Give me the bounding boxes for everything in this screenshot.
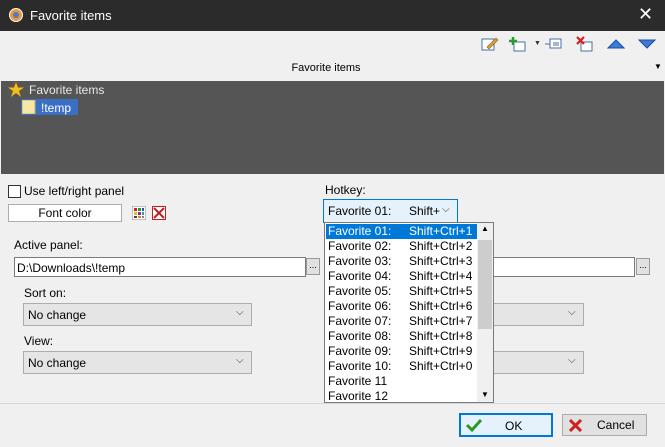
chevron-down-icon: ⌵: [568, 307, 576, 318]
hotkey-label: Hotkey:: [325, 183, 366, 197]
use-panel-label: Use left/right panel: [24, 184, 125, 198]
tree-root-label[interactable]: Favorite items: [29, 83, 104, 97]
checkmark-icon: [466, 418, 482, 432]
active-panel-path-input[interactable]: D:\Downloads\!temp: [14, 257, 306, 277]
column-header[interactable]: Favorite items: [0, 62, 652, 74]
hotkey-option-key: Shift+Ctrl+5: [409, 284, 473, 298]
hotkey-select[interactable]: Favorite 01: Shift+ ⌵: [323, 199, 458, 223]
hotkey-option-key: Shift+Ctrl+9: [409, 344, 473, 358]
hotkey-option[interactable]: Favorite 09: Shift+Ctrl+9: [326, 344, 479, 359]
hotkey-select-name: Favorite 01:: [328, 204, 392, 218]
add-submenu-icon[interactable]: [544, 36, 562, 52]
hotkey-option-name: Favorite 02:: [328, 239, 392, 253]
add-item-icon[interactable]: [509, 36, 527, 52]
hotkey-option-key: Shift+Ctrl+2: [409, 239, 473, 253]
hotkey-option-key: Shift+Ctrl+1: [409, 224, 473, 238]
hotkey-option-name: Favorite 05:: [328, 284, 392, 298]
move-down-icon[interactable]: [638, 36, 656, 52]
hotkey-option[interactable]: Favorite 08: Shift+Ctrl+8: [326, 329, 479, 344]
hotkey-option[interactable]: Favorite 12: [326, 389, 479, 403]
dropdown-scrollbar-thumb[interactable]: [478, 240, 492, 329]
sort-select[interactable]: No change ⌵: [23, 303, 252, 326]
chevron-down-icon: ⌵: [236, 355, 244, 366]
hotkey-option-name: Favorite 12: [328, 389, 389, 403]
hotkey-option-key: Shift+Ctrl+3: [409, 254, 473, 268]
cancel-x-icon: [569, 419, 582, 432]
hotkey-option-name: Favorite 11: [328, 374, 388, 388]
hotkey-option-key: Shift+Ctrl+7: [409, 314, 473, 328]
sort-value: No change: [28, 308, 87, 322]
hotkey-option-key: Shift+Ctrl+0: [409, 359, 473, 373]
ok-label: OK: [505, 419, 523, 433]
hotkey-option[interactable]: Favorite 03: Shift+Ctrl+3: [326, 254, 479, 269]
hotkey-option[interactable]: Favorite 04: Shift+Ctrl+4: [326, 269, 479, 284]
chevron-down-icon: ⌵: [442, 204, 450, 215]
chevron-down-icon[interactable]: ▼: [654, 62, 662, 71]
hotkey-option[interactable]: Favorite 11: [326, 374, 479, 389]
font-color-button[interactable]: Font color: [8, 204, 122, 222]
view-select-right[interactable]: ⌵: [493, 351, 584, 374]
clear-color-icon[interactable]: [152, 206, 166, 220]
chevron-down-icon: ⌵: [236, 307, 244, 318]
scroll-down-icon[interactable]: ▼: [481, 390, 489, 399]
hotkey-option-name: Favorite 04:: [328, 269, 392, 283]
hotkey-option[interactable]: Favorite 06: Shift+Ctrl+6: [326, 299, 479, 314]
view-select[interactable]: No change ⌵: [23, 351, 252, 374]
folder-icon: [22, 100, 36, 114]
cancel-button[interactable]: Cancel: [562, 414, 647, 436]
edit-icon[interactable]: [481, 36, 499, 52]
hotkey-option-name: Favorite 06:: [328, 299, 392, 313]
hotkey-option[interactable]: Favorite 07: Shift+Ctrl+7: [326, 314, 479, 329]
hotkey-dropdown-list[interactable]: Favorite 01: Shift+Ctrl+1 Favorite 02: Shif…: [324, 222, 494, 403]
sort-label: Sort on:: [24, 286, 67, 300]
use-panel-checkbox[interactable]: [8, 185, 21, 198]
hotkey-select-key: Shift+: [409, 204, 441, 218]
target-panel-path-input[interactable]: [490, 257, 635, 277]
browse-button-right[interactable]: ...: [636, 258, 650, 275]
close-icon[interactable]: ✕: [638, 5, 653, 23]
chevron-down-icon: ⌵: [568, 355, 576, 366]
tree-item-label[interactable]: !temp: [41, 101, 71, 115]
active-panel-path: D:\Downloads\!temp: [17, 261, 126, 275]
hotkey-option-name: Favorite 07:: [328, 314, 392, 328]
star-icon: [8, 82, 24, 97]
hotkey-option[interactable]: Favorite 10: Shift+Ctrl+0: [326, 359, 479, 374]
hotkey-option-name: Favorite 03:: [328, 254, 392, 268]
hotkey-option-name: Favorite 10:: [328, 359, 392, 373]
ok-button[interactable]: OK: [459, 413, 553, 437]
hotkey-option[interactable]: Favorite 01: Shift+Ctrl+1: [326, 224, 479, 239]
hotkey-option-name: Favorite 01:: [328, 224, 392, 238]
scroll-up-icon[interactable]: ▲: [481, 224, 489, 233]
color-palette-icon[interactable]: [132, 206, 146, 220]
window-title: Favorite items: [30, 8, 112, 23]
hotkey-option-name: Favorite 08:: [328, 329, 392, 343]
cancel-label: Cancel: [597, 418, 635, 432]
browse-button[interactable]: ...: [306, 258, 320, 275]
hotkey-option-key: Shift+Ctrl+8: [409, 329, 473, 343]
hotkey-option-name: Favorite 09:: [328, 344, 392, 358]
hotkey-option-key: Shift+Ctrl+6: [409, 299, 473, 313]
view-label: View:: [24, 334, 54, 348]
view-value: No change: [28, 356, 87, 370]
sort-select-right[interactable]: ⌵: [493, 303, 584, 326]
add-dropdown-arrow-icon[interactable]: ▼: [534, 40, 541, 47]
app-icon: [9, 8, 23, 22]
move-up-icon[interactable]: [607, 36, 625, 52]
delete-icon[interactable]: [576, 36, 594, 52]
active-panel-label: Active panel:: [14, 238, 83, 252]
hotkey-option[interactable]: Favorite 05: Shift+Ctrl+5: [326, 284, 479, 299]
hotkey-option-key: Shift+Ctrl+4: [409, 269, 473, 283]
hotkey-option[interactable]: Favorite 02: Shift+Ctrl+2: [326, 239, 479, 254]
